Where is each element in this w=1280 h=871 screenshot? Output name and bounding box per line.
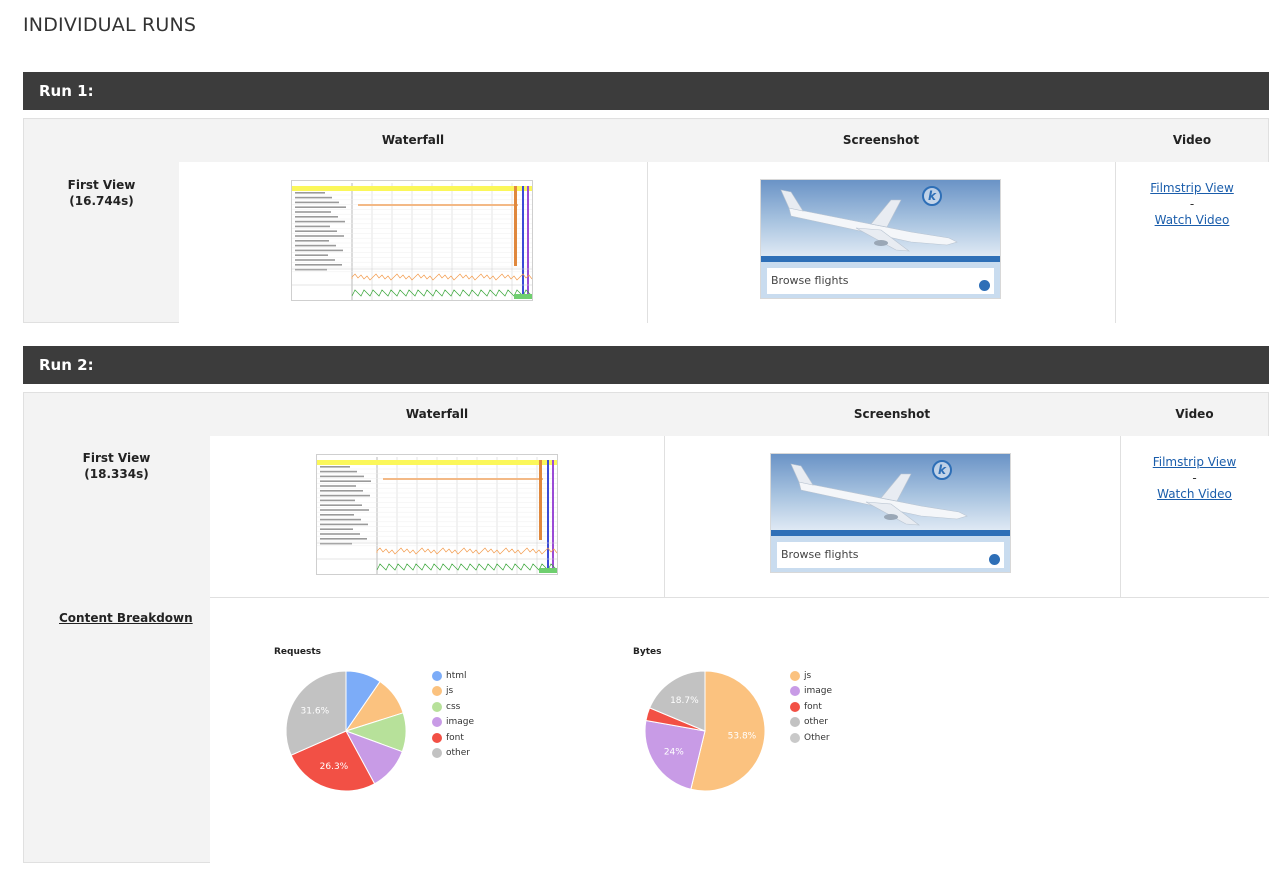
fab-icon [989,554,1000,565]
legend-swatch [432,686,442,697]
video-column-header: Video [1172,133,1212,147]
watch-video-link[interactable]: Watch Video [1157,487,1232,501]
screenshot-lower: Browse flights [771,536,1010,572]
first-view-label: First View (18.334s) [59,450,174,482]
legend-item-css: css [432,699,474,715]
first-view-label: First View (16.744s) [44,177,159,209]
waterfall-image [317,455,557,574]
legend-swatch [790,686,800,697]
legend-label: other [446,748,470,759]
legend-item-image: image [432,715,474,731]
first-view-time: (18.334s) [84,467,149,481]
screenshot-column-header: Screenshot [853,407,931,421]
legend-label: font [804,701,822,712]
run-2-header: Run 2: [23,346,1269,384]
screenshot-card: Browse flights [767,268,994,294]
legend-label: js [446,686,454,697]
legend-swatch [432,732,442,743]
run-2-panel: Waterfall Screenshot Video First View (1… [23,392,1269,863]
bytes-chart-title: Bytes [633,647,662,657]
screenshot-card-title: Browse flights [771,274,849,287]
requests-pie-chart: 26.3% 31.6% [285,670,407,792]
fab-icon [979,280,990,291]
pie-data-label: 53.8% [728,731,757,741]
pie-data-label: 26.3% [320,762,349,772]
bytes-legend: js image font other Other [790,668,832,746]
pie-data-label: 24% [664,747,684,757]
airplane-image [790,463,968,526]
legend-label: font [446,732,464,743]
filmstrip-view-link[interactable]: Filmstrip View [1150,181,1234,195]
legend-label: html [446,670,467,681]
screenshot-lower: Browse flights [761,262,1000,298]
watch-video-link[interactable]: Watch Video [1155,213,1230,227]
filmstrip-view-link[interactable]: Filmstrip View [1153,455,1237,469]
pie-data-label: 18.7% [670,696,699,706]
legend-item-font: font [432,730,474,746]
legend-swatch [790,670,800,681]
bytes-pie-chart: 53.8% 24% 18.7% [644,670,766,792]
legend-label: css [446,701,461,712]
legend-item-other: other [790,715,832,731]
legend-label: js [804,670,812,681]
first-view-title: First View [82,451,151,465]
legend-item-js: js [790,668,832,684]
brand-logo-icon: k [922,186,942,206]
legend-swatch [790,732,800,743]
legend-item-font: font [790,699,832,715]
legend-swatch [432,717,442,728]
legend-item-image: image [790,684,832,700]
pie-data-label: 31.6% [301,707,330,717]
waterfall-column-header: Waterfall [405,407,469,421]
legend-swatch [790,717,800,728]
legend-label: Other [804,732,830,743]
run-2-video-links: Filmstrip View - Watch Video [1120,454,1269,502]
screenshot-thumbnail[interactable]: k Browse flights [770,453,1011,573]
run-1-panel: Waterfall Screenshot Video First View (1… [23,118,1269,323]
link-separator: - [1192,471,1197,485]
legend-swatch [432,701,442,712]
waterfall-column-header: Waterfall [381,133,445,147]
waterfall-image [292,181,532,300]
waterfall-thumbnail[interactable] [291,180,533,301]
legend-label: image [446,717,475,728]
legend-swatch [790,701,800,712]
link-separator: - [1189,197,1195,211]
waterfall-thumbnail[interactable] [316,454,558,575]
content-breakdown-link[interactable]: Content Breakdown [59,611,193,625]
run-1-header: Run 1: [23,72,1269,110]
airplane-image [780,189,958,252]
legend-item-other: Other [790,730,832,746]
legend-swatch [432,670,442,681]
brand-logo-icon: k [932,460,952,480]
legend-item-html: html [432,668,474,684]
requests-legend: html js css image font other [432,668,474,761]
legend-swatch [432,748,442,759]
legend-item-js: js [432,684,474,700]
legend-label: image [804,686,833,697]
page-title: INDIVIDUAL RUNS [23,14,197,36]
screenshot-column-header: Screenshot [842,133,920,147]
requests-chart-title: Requests [274,647,322,657]
first-view-title: First View [67,178,136,192]
video-column-header: Video [1175,407,1214,421]
first-view-time: (16.744s) [69,194,134,208]
legend-item-other: other [432,746,474,762]
screenshot-card: Browse flights [777,542,1004,568]
legend-label: other [804,717,828,728]
screenshot-card-title: Browse flights [781,548,859,561]
screenshot-thumbnail[interactable]: k Browse flights [760,179,1001,299]
run-1-video-links: Filmstrip View - Watch Video [1115,180,1269,228]
